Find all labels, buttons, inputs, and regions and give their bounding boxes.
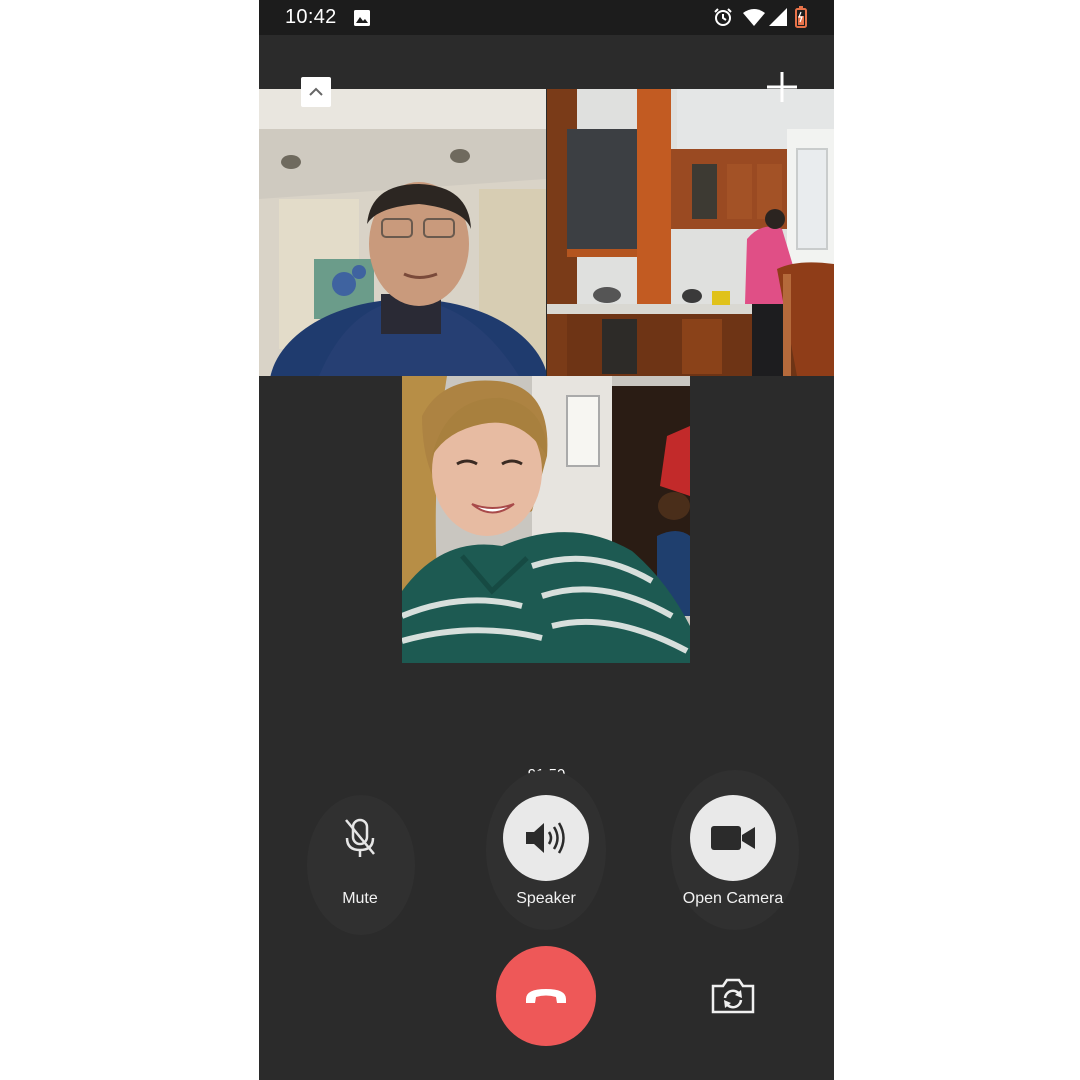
open-camera-button[interactable] [690, 795, 776, 881]
video-tile-3[interactable] [402, 376, 690, 663]
switch-camera-icon [711, 978, 755, 1014]
plus-icon [767, 72, 797, 102]
speaker-label: Speaker [516, 890, 576, 907]
gallery-icon [354, 10, 370, 26]
mute-button[interactable] [317, 795, 403, 881]
phone-hangup-icon [526, 989, 566, 1003]
status-bar: 10:42 [259, 0, 834, 35]
end-call-button[interactable] [496, 946, 596, 1046]
open-camera-label: Open Camera [682, 890, 784, 907]
video-call-screen: 10:42 Mute Speaker Open Camera [259, 0, 834, 1080]
add-participant-button[interactable] [765, 70, 799, 104]
speaker-button[interactable] [503, 795, 589, 881]
video-camera-icon [711, 826, 755, 850]
video-tile-1[interactable] [259, 89, 546, 376]
mute-label: Mute [342, 890, 378, 907]
wifi-icon [743, 9, 765, 26]
collapse-button[interactable] [301, 77, 331, 107]
switch-camera-button[interactable] [703, 966, 763, 1026]
signal-icon [769, 8, 787, 26]
video-tile-2[interactable] [547, 89, 834, 376]
chevron-up-icon [309, 87, 323, 96]
mic-off-icon [345, 818, 375, 857]
speaker-icon [526, 822, 565, 854]
status-time: 10:42 [285, 6, 337, 28]
alarm-icon [714, 8, 732, 26]
battery-charging-icon [795, 6, 807, 28]
